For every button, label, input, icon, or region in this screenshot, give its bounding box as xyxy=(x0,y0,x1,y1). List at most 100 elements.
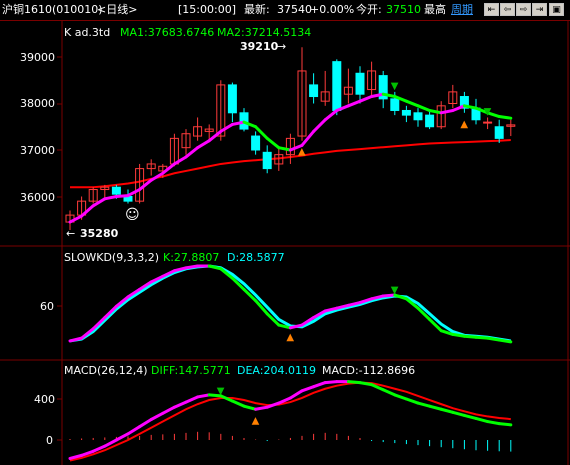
macd-diff-segment xyxy=(393,393,408,401)
macd-diff-segment xyxy=(242,404,258,411)
sell-arrow-icon: ▼ xyxy=(484,106,492,117)
macd-diff-segment xyxy=(138,418,153,429)
ma1-segment xyxy=(277,146,292,152)
ma1-segment xyxy=(219,122,234,133)
low-arrow-icon: ← xyxy=(66,227,75,240)
buy-arrow-icon: ▲ xyxy=(286,332,294,343)
macd-diff-segment xyxy=(300,385,316,393)
macd-diff-segment xyxy=(254,405,269,411)
macd-diff-segment xyxy=(358,381,374,387)
macd-diff-segment xyxy=(346,380,362,385)
futures-chart-window: 沪铜1610 (010010) <日线> [15:00:00] 最新: 3754… xyxy=(0,0,570,465)
macd-label: MACD(26,12,4) xyxy=(64,364,148,377)
macd-diff-segment xyxy=(312,381,327,389)
ma1-segment xyxy=(404,99,420,108)
ma1-segment xyxy=(265,136,281,150)
ma1-label: MA1:37683.6746 xyxy=(120,26,214,39)
macd-dea-value: DEA:204.0119 xyxy=(237,364,316,377)
macd-macd-value: MACD:-112.8696 xyxy=(322,364,415,377)
macd-diff-segment xyxy=(126,425,142,436)
ma1-segment xyxy=(323,108,339,122)
macd-diff-segment xyxy=(172,400,188,409)
ma2-label: MA2:37214.5134 xyxy=(217,26,311,39)
macd-diff-segment xyxy=(428,404,443,411)
kd-d-line xyxy=(69,264,512,343)
kd-d-value: D:28.5877 xyxy=(227,251,285,264)
buy-arrow-icon: ▲ xyxy=(298,147,306,158)
ma1-segment xyxy=(416,104,432,112)
candle-body xyxy=(494,126,504,139)
y-tick-label: 36000 xyxy=(20,191,55,204)
sell-arrow-icon: ▼ xyxy=(391,285,399,296)
ma1-segment xyxy=(358,95,374,103)
candle-body xyxy=(413,112,423,121)
candle-body xyxy=(401,109,411,116)
ma1-segment xyxy=(172,155,188,166)
macd-diff-segment xyxy=(149,411,165,421)
ma1-segment xyxy=(161,162,176,175)
chart-canvas: K ad.3td MA1:37683.6746 MA2:37214.5134 3… xyxy=(0,21,570,465)
macd-diff-segment xyxy=(265,401,281,409)
kd-k-segment xyxy=(184,264,200,270)
macd-diff-segment xyxy=(416,401,432,408)
main-indicator-label: K ad.3td xyxy=(64,26,110,39)
ma1-segment xyxy=(103,195,118,201)
candle-body xyxy=(111,186,121,195)
sell-arrow-icon: ▼ xyxy=(217,386,225,397)
ma1-segment xyxy=(126,188,142,198)
macd-y-tick: 0 xyxy=(46,434,53,447)
buy-arrow-icon: ▲ xyxy=(460,119,468,130)
ma1-segment xyxy=(196,139,211,150)
candle-body xyxy=(483,121,493,124)
kd-k-segment xyxy=(497,338,513,344)
ma1-segment xyxy=(439,108,455,115)
macd-diff-segment xyxy=(474,416,490,424)
kd-k-segment xyxy=(486,336,501,342)
macd-diff-segment xyxy=(161,405,176,415)
ma1-segment xyxy=(497,115,513,120)
macd-diff-segment xyxy=(196,393,211,399)
macd-diff-segment xyxy=(439,407,455,414)
kd-k-segment xyxy=(451,332,466,338)
smiley-icon: ☺ xyxy=(125,207,140,223)
candle-body xyxy=(425,114,435,128)
ma1-segment xyxy=(346,99,362,108)
macd-y-tick: 400 xyxy=(34,393,55,406)
ma1-segment xyxy=(184,146,200,159)
y-tick-label: 37000 xyxy=(20,144,55,157)
candle-body xyxy=(251,135,261,151)
kd-y-tick: 60 xyxy=(40,300,54,313)
kd-k-segment xyxy=(462,334,478,339)
high-arrow-icon: → xyxy=(277,40,286,53)
kd-k-value: K:27.8807 xyxy=(163,251,219,264)
macd-diff-segment xyxy=(114,432,130,442)
buy-arrow-icon: ▲ xyxy=(252,415,260,426)
ma1-segment xyxy=(300,129,316,147)
sell-arrow-icon: ▼ xyxy=(391,81,399,92)
candle-body xyxy=(355,72,365,95)
macd-diff-segment xyxy=(497,422,513,427)
macd-diff-segment xyxy=(404,397,420,405)
low-price-label: 35280 xyxy=(80,227,119,240)
candle-body xyxy=(227,84,237,114)
ma1-segment xyxy=(91,197,107,208)
ma1-segment xyxy=(312,118,327,133)
macd-diff-segment xyxy=(323,380,339,385)
y-tick-label: 38000 xyxy=(20,97,55,110)
kd-label: SLOWKD(9,3,3,2) xyxy=(64,251,159,264)
macd-diff-segment xyxy=(486,420,501,426)
macd-diff-segment xyxy=(230,399,246,408)
candle-body xyxy=(390,98,400,111)
macd-diff-segment xyxy=(381,388,397,397)
ma1-segment xyxy=(68,214,84,224)
macd-diff-segment xyxy=(462,413,478,420)
ma1-segment xyxy=(114,194,130,198)
macd-diff-segment xyxy=(451,410,466,417)
ma1-segment xyxy=(428,108,443,115)
macd-diff-segment xyxy=(288,389,304,400)
candle-body xyxy=(309,84,319,98)
candle-body xyxy=(262,151,272,170)
ma1-segment xyxy=(80,204,95,218)
high-price-label: 39210 xyxy=(240,40,279,53)
macd-diff-segment xyxy=(184,395,200,404)
